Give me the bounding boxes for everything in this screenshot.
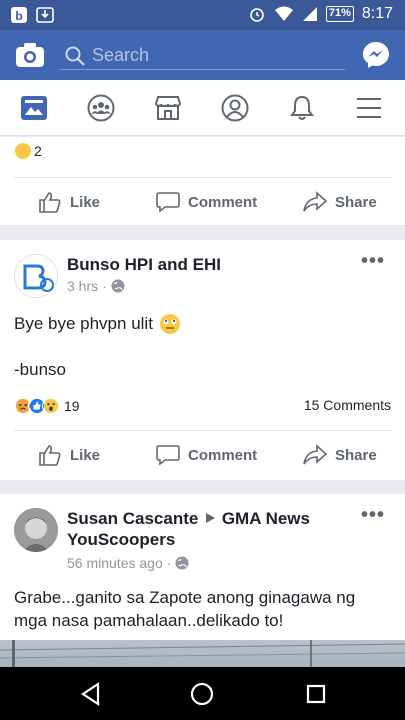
app-notification-icon: b	[11, 7, 27, 23]
post-photo-image	[0, 640, 405, 667]
messenger-icon[interactable]	[361, 40, 391, 70]
post-text: Grabe...ganito sa Zapote anong ginagawa …	[14, 588, 356, 630]
comment-label: Comment	[188, 193, 258, 211]
globe-icon	[175, 556, 189, 570]
comments-count[interactable]: 15 Comments	[304, 397, 391, 413]
like-button[interactable]: Like	[38, 178, 100, 226]
post-author[interactable]: Bunso HPI and EHI	[67, 254, 221, 275]
camera-icon[interactable]	[14, 40, 46, 70]
post-card: 2 Like Comment Share	[0, 137, 405, 225]
post-actions: Like Comment Share	[14, 430, 391, 478]
dot-separator: ·	[166, 555, 172, 571]
comment-icon	[156, 445, 180, 466]
back-icon[interactable]	[78, 681, 104, 707]
menu-icon	[356, 98, 381, 118]
home-icon[interactable]	[189, 681, 215, 707]
tab-profile[interactable]	[201, 80, 268, 136]
tab-bar	[0, 80, 405, 136]
wow-reaction-icon	[42, 397, 60, 415]
share-icon	[303, 444, 327, 465]
dot-separator: ·	[102, 278, 107, 294]
post-author[interactable]: Susan Cascante	[67, 509, 198, 528]
top-bar: Search	[0, 30, 405, 80]
reaction-summary[interactable]: 19	[14, 397, 80, 415]
search-placeholder: Search	[92, 45, 150, 65]
post-author-line: Susan Cascante GMA News	[67, 508, 310, 529]
rolling-eyes-emoji-icon	[159, 313, 180, 334]
like-label: Like	[70, 446, 101, 464]
author-avatar[interactable]	[14, 254, 58, 298]
tab-notifications[interactable]	[268, 80, 335, 136]
post-card: Susan Cascante GMA News YouScoopers 56 m…	[0, 494, 405, 667]
author-avatar[interactable]	[14, 508, 58, 552]
comment-icon	[156, 192, 180, 213]
search-input[interactable]: Search	[60, 40, 345, 70]
like-button[interactable]: Like	[38, 431, 100, 479]
alarm-icon	[250, 8, 264, 22]
share-label: Share	[335, 193, 377, 211]
thumbs-up-icon	[39, 445, 61, 466]
reaction-count: 19	[64, 398, 80, 414]
tab-news-feed[interactable]	[0, 80, 67, 136]
post-signature: -bunso	[14, 360, 66, 379]
notifications-icon	[289, 95, 314, 120]
wifi-icon	[274, 6, 293, 21]
haha-reaction-icon	[14, 142, 32, 160]
tab-marketplace[interactable]	[134, 80, 201, 136]
system-nav-bar	[0, 667, 405, 720]
post-text: Bye bye phvpn ulit	[14, 312, 181, 335]
bunso-logo-icon	[23, 264, 54, 292]
user-photo-icon	[14, 508, 58, 552]
more-options-icon[interactable]: •••	[361, 250, 385, 273]
reaction-summary[interactable]: 2	[14, 142, 42, 160]
post-meta: 3 hrs ·	[67, 278, 125, 294]
post-time[interactable]: 3 hrs	[67, 278, 98, 294]
globe-icon	[111, 279, 125, 293]
news-feed-icon	[20, 96, 47, 120]
clock: 8:17	[361, 5, 393, 22]
share-label: Share	[335, 446, 377, 464]
marketplace-icon	[154, 96, 181, 120]
share-button[interactable]: Share	[303, 431, 377, 479]
post-meta: 56 minutes ago ·	[67, 555, 189, 571]
post-time[interactable]: 56 minutes ago	[67, 555, 163, 571]
post-photo[interactable]	[0, 640, 405, 667]
comment-button[interactable]: Comment	[156, 431, 257, 479]
more-options-icon[interactable]: •••	[361, 504, 385, 527]
battery-indicator: 71%	[325, 6, 354, 22]
like-label: Like	[70, 193, 101, 211]
comment-label: Comment	[188, 446, 258, 464]
share-button[interactable]: Share	[303, 178, 377, 226]
status-bar: b 71% 8:17	[0, 0, 405, 30]
download-icon	[36, 7, 54, 23]
tab-menu[interactable]	[335, 80, 402, 136]
comment-button[interactable]: Comment	[156, 178, 257, 226]
post-card: Bunso HPI and EHI 3 hrs · ••• Bye bye ph…	[0, 240, 405, 480]
post-target-group-cont[interactable]: YouScoopers	[67, 529, 175, 550]
post-target-group[interactable]: GMA News	[222, 509, 310, 528]
post-actions: Like Comment Share	[14, 177, 391, 225]
groups-icon	[87, 94, 114, 122]
thumbs-up-icon	[39, 192, 61, 213]
tab-groups[interactable]	[67, 80, 134, 136]
svg-text:b: b	[15, 9, 22, 23]
profile-icon	[221, 94, 248, 122]
reaction-count: 2	[34, 143, 42, 159]
share-icon	[303, 191, 327, 212]
recent-apps-icon[interactable]	[303, 681, 329, 707]
search-icon	[65, 46, 85, 66]
arrow-right-icon	[206, 513, 216, 523]
signal-icon	[302, 7, 317, 21]
